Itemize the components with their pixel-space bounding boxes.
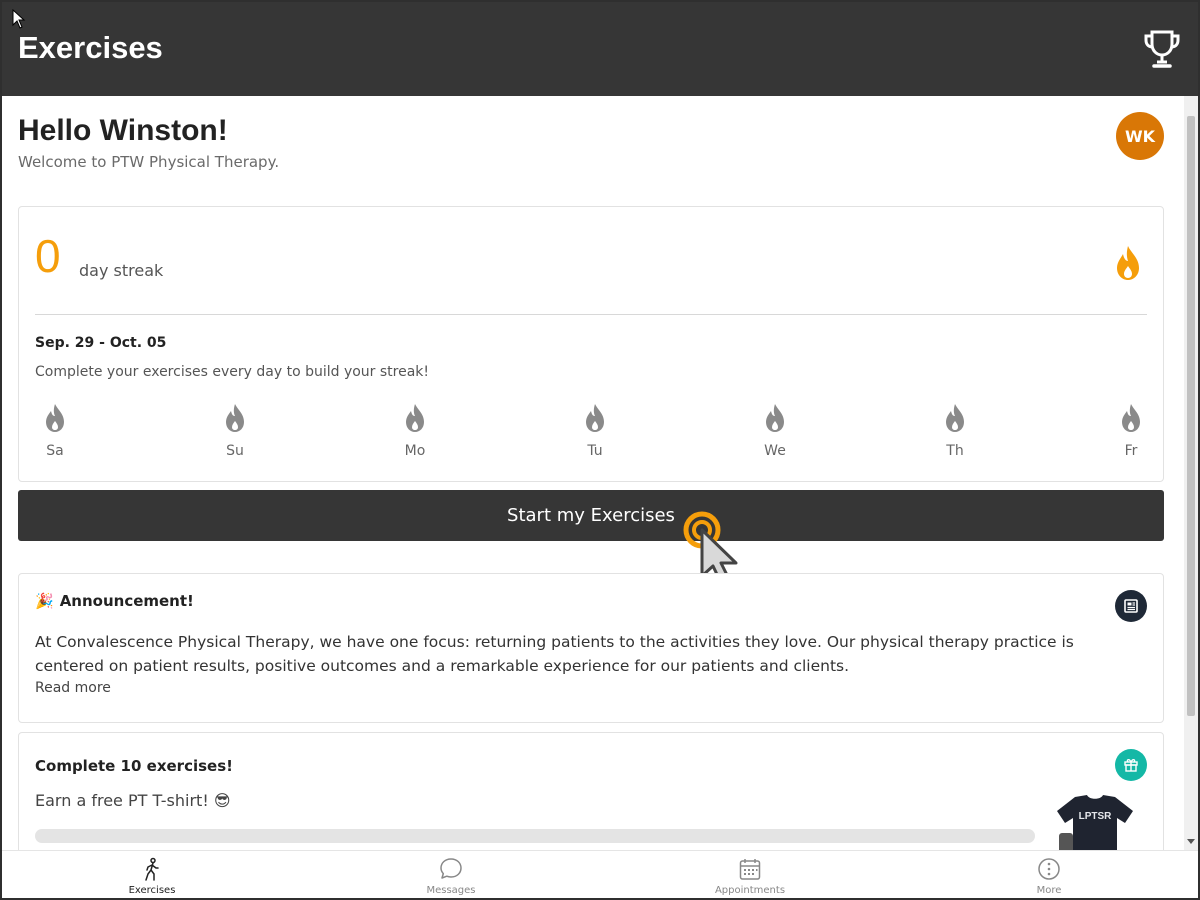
flame-icon (1122, 404, 1140, 432)
nav-appointments[interactable]: Appointments (690, 851, 810, 898)
announcement-card: 🎉 Announcement! At Convalescence Physical… (18, 573, 1164, 723)
trophy-icon[interactable] (1142, 28, 1182, 70)
announcement-body: At Convalescence Physical Therapy, we ha… (35, 633, 1074, 675)
tshirt-logo-text: LPTSR (1079, 811, 1113, 822)
read-more-link[interactable]: Read more (35, 680, 111, 696)
scrollbar[interactable] (1184, 96, 1198, 850)
nav-label: Appointments (714, 885, 786, 896)
app-window: Exercises Hello Winston! Welcome to PTW … (0, 0, 1200, 900)
day-th: Th (935, 403, 975, 459)
day-fr: Fr (1111, 403, 1151, 459)
newspaper-icon (1115, 590, 1147, 622)
day-label: Mo (404, 443, 426, 459)
more-icon (1038, 858, 1060, 880)
nav-exercises[interactable]: Exercises (92, 851, 212, 898)
day-label: Su (226, 443, 244, 459)
day-label: Fr (1124, 443, 1138, 459)
flame-icon (766, 404, 784, 432)
bottom-nav: Exercises Messages Appointments More (2, 850, 1198, 898)
greeting-heading: Hello Winston! (18, 114, 228, 147)
goal-title: Complete 10 exercises! (35, 757, 233, 775)
page-title: Exercises (18, 30, 163, 65)
flame-icon (586, 404, 604, 432)
announcement-title-text: Announcement! (59, 592, 194, 610)
announcement-title: 🎉 Announcement! (35, 592, 194, 610)
start-exercises-button[interactable]: Start my Exercises (18, 490, 1164, 541)
goal-card: Complete 10 exercises! Earn a free PT T-… (18, 732, 1164, 850)
streak-instruction: Complete your exercises every day to bui… (35, 364, 430, 380)
day-tu: Tu (575, 403, 615, 459)
mouse-pointer-icon (12, 9, 26, 29)
flame-icon (226, 404, 244, 432)
divider (35, 314, 1147, 315)
top-bar: Exercises (2, 2, 1198, 96)
goal-subtitle: Earn a free PT T-shirt! 😎 (35, 791, 231, 810)
scroll-down-arrow-icon[interactable] (1187, 839, 1195, 844)
nav-label: Messages (426, 885, 476, 896)
nav-label: Exercises (128, 885, 176, 896)
nav-more[interactable]: More (989, 851, 1109, 898)
tshirt-image: LPTSR (1057, 795, 1133, 850)
flame-icon (46, 404, 64, 432)
day-label: Th (946, 443, 964, 459)
walking-person-icon (145, 857, 159, 881)
day-su: Su (215, 403, 255, 459)
day-mo: Mo (395, 403, 435, 459)
scrollbar-thumb[interactable] (1187, 116, 1195, 716)
day-label: Tu (587, 443, 603, 459)
goal-progress-bar (35, 829, 1035, 843)
gift-icon (1115, 749, 1147, 781)
streak-label: day streak (79, 261, 164, 280)
nav-label: More (1036, 885, 1062, 896)
flame-icon (406, 404, 424, 432)
streak-count: 0 (35, 230, 61, 282)
day-we: We (755, 403, 795, 459)
day-label: We (764, 443, 786, 459)
avatar[interactable]: WK (1116, 112, 1164, 160)
day-sa: Sa (35, 403, 75, 459)
streak-days: Sa Su Mo Tu We Th Fr (35, 403, 1147, 463)
day-label: Sa (46, 443, 64, 459)
main-content: Hello Winston! Welcome to PTW Physical T… (2, 96, 1184, 850)
nav-messages[interactable]: Messages (391, 851, 511, 898)
flame-icon (1117, 246, 1139, 280)
chat-bubble-icon (440, 858, 462, 879)
calendar-icon (739, 859, 761, 880)
party-popper-icon: 🎉 (35, 592, 54, 610)
flame-icon (946, 404, 964, 432)
streak-card: 0 day streak Sep. 29 - Oct. 05 Complete … (18, 206, 1164, 482)
welcome-text: Welcome to PTW Physical Therapy. (18, 153, 280, 171)
week-range: Sep. 29 - Oct. 05 (35, 335, 167, 351)
